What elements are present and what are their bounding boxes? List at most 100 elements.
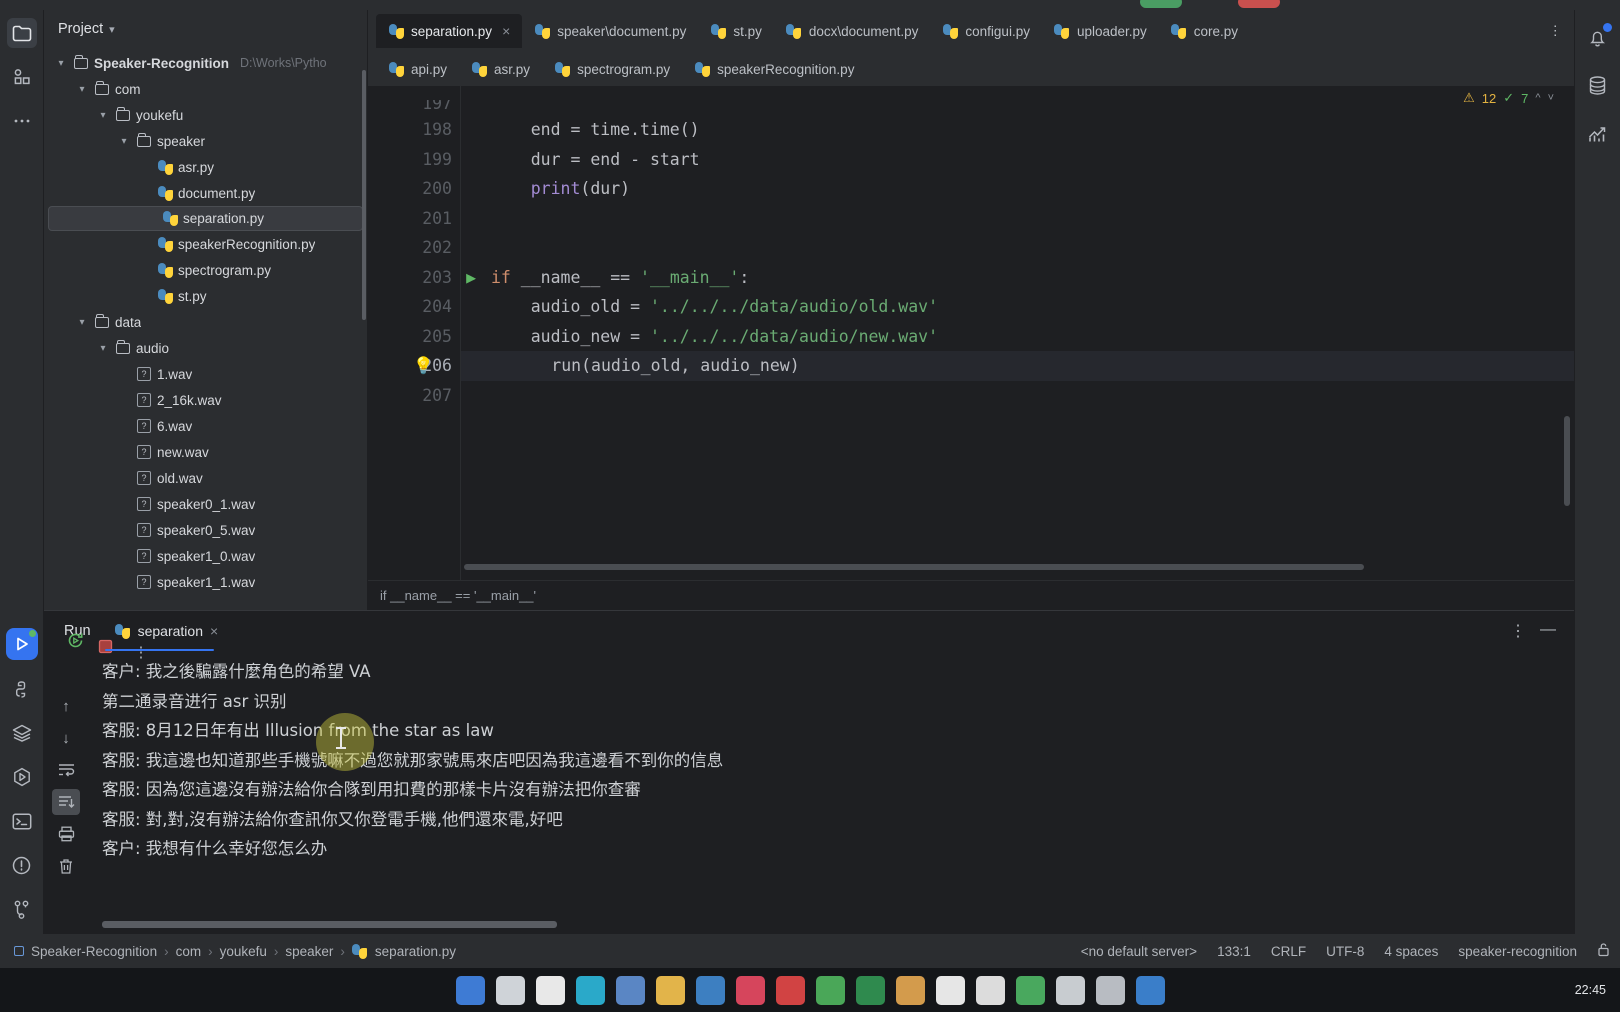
taskbar-icon-mail[interactable] xyxy=(975,975,1005,1005)
editor-vertical-scrollbar[interactable] xyxy=(1564,416,1570,506)
breadcrumb[interactable]: Speaker-Recognition › com › youkefu › speaker ›… xyxy=(14,943,456,959)
editor-tab[interactable]: docx\document.py xyxy=(774,14,931,48)
more-tools-icon[interactable] xyxy=(7,106,37,136)
status-encoding[interactable]: UTF-8 xyxy=(1326,944,1364,959)
code-line[interactable] xyxy=(461,381,1574,411)
code-line[interactable] xyxy=(461,233,1574,263)
breadcrumb-item[interactable]: Speaker-Recognition xyxy=(31,944,157,959)
panel-options-icon[interactable]: ⋮ xyxy=(1510,621,1526,641)
scroll-to-end-button[interactable] xyxy=(52,789,80,815)
services-icon[interactable] xyxy=(7,718,37,748)
scroll-down-button[interactable]: ↓ xyxy=(52,725,80,751)
taskbar-icon-folder[interactable] xyxy=(655,975,685,1005)
taskbar-icon-chat[interactable] xyxy=(735,975,765,1005)
prev-problem-icon[interactable]: ^ xyxy=(1535,92,1540,104)
tree-item[interactable]: spectrogram.py xyxy=(44,257,367,283)
editor-tab[interactable]: core.py xyxy=(1159,14,1250,48)
code-line[interactable]: audio_new = '../../../data/audio/new.wav… xyxy=(461,322,1574,352)
taskbar-icon-editor[interactable] xyxy=(535,975,565,1005)
problems-icon[interactable] xyxy=(7,850,37,880)
chevron-down-icon[interactable]: ▾ xyxy=(96,343,110,354)
close-icon[interactable]: × xyxy=(210,623,218,639)
taskbar-icon-tools[interactable] xyxy=(1055,975,1085,1005)
tree-item[interactable]: speakerRecognition.py xyxy=(44,231,367,257)
editor-tab[interactable]: configui.py xyxy=(930,14,1042,48)
soft-wrap-button[interactable] xyxy=(52,757,80,783)
tree-item[interactable]: ▾ com xyxy=(44,76,367,102)
tree-item[interactable]: ? 2_16k.wav xyxy=(44,387,367,413)
project-file-tree[interactable]: ▾ Speaker-Recognition D:\Works\Pytho ▾ com ▾ y… xyxy=(44,48,367,610)
structure-tool-icon[interactable] xyxy=(7,62,37,92)
chevron-down-icon[interactable]: ▾ xyxy=(75,84,89,95)
editor-tab[interactable]: speaker\document.py xyxy=(522,14,698,48)
taskbar-icon-archive[interactable] xyxy=(895,975,925,1005)
editor-tabs-row-2[interactable]: api.py asr.py spectrogram.py speakerRecogni… xyxy=(368,48,1574,86)
tree-item[interactable]: ? speaker1_1.wav xyxy=(44,569,367,595)
python-packages-icon[interactable] xyxy=(7,674,37,704)
taskbar-icon-office[interactable] xyxy=(695,975,725,1005)
project-tool-icon[interactable] xyxy=(6,18,37,48)
taskbar-icon-misc[interactable] xyxy=(1095,975,1125,1005)
code-line[interactable]: end = time.time() xyxy=(461,115,1574,145)
code-line[interactable]: dur = end - start xyxy=(461,145,1574,175)
console-output[interactable]: 客户: 我之後騙露什麼角色的希望 VA 第二通录音进行 asr 识别 客服: 8月1… xyxy=(88,651,1574,934)
tree-item[interactable]: asr.py xyxy=(44,154,367,180)
run-tool-icon[interactable] xyxy=(5,628,38,660)
tree-item[interactable]: ? new.wav xyxy=(44,439,367,465)
tree-item[interactable]: ▾ speaker xyxy=(44,128,367,154)
window-close-pill[interactable] xyxy=(1238,0,1280,8)
notifications-icon[interactable] xyxy=(1585,23,1612,50)
taskbar-icon-files[interactable] xyxy=(455,975,485,1005)
terminal-icon[interactable] xyxy=(7,806,37,836)
inspection-widget[interactable]: ⚠ 12 ✓ 7 ^ ˅ xyxy=(1463,90,1554,106)
tree-item[interactable]: document.py xyxy=(44,180,367,206)
code-line[interactable]: print(dur) xyxy=(461,174,1574,204)
chevron-down-icon[interactable]: ▾ xyxy=(75,317,89,328)
tree-item[interactable]: ▾ Speaker-Recognition D:\Works\Pytho xyxy=(44,50,367,76)
editor-tab[interactable]: st.py xyxy=(698,14,774,48)
more-vertical-icon[interactable]: ⋮ xyxy=(1537,14,1575,48)
taskbar-icon-notes[interactable] xyxy=(935,975,965,1005)
breadcrumb-item[interactable]: separation.py xyxy=(375,944,456,959)
line-number-gutter[interactable]: 197 198 199 200 201 202 203 ▶ 204 205 206 207 xyxy=(368,86,476,580)
breadcrumb-item[interactable]: speaker xyxy=(285,944,333,959)
code-editor[interactable]: 197 198 199 200 201 202 203 ▶ 204 205 206 207 end =… xyxy=(368,86,1574,580)
tree-item-selected[interactable]: separation.py xyxy=(48,206,363,231)
taskbar-icons[interactable] xyxy=(455,970,1165,1010)
breadcrumb-item[interactable]: youkefu xyxy=(220,944,267,959)
status-indent[interactable]: 4 spaces xyxy=(1384,944,1438,959)
status-interpreter[interactable]: speaker-recognition xyxy=(1458,944,1577,959)
profiler-icon[interactable] xyxy=(1585,120,1611,146)
minimize-panel-icon[interactable]: — xyxy=(1540,621,1556,641)
print-button[interactable] xyxy=(52,821,80,847)
tree-item[interactable]: ? speaker0_5.wav xyxy=(44,517,367,543)
intention-bulb-icon[interactable]: 💡 xyxy=(413,356,434,375)
console-horizontal-scrollbar[interactable] xyxy=(102,921,557,928)
status-caret-position[interactable]: 133:1 xyxy=(1217,944,1251,959)
version-control-icon[interactable] xyxy=(7,894,37,924)
editor-tab[interactable]: uploader.py xyxy=(1042,14,1159,48)
status-line-separator[interactable]: CRLF xyxy=(1271,944,1306,959)
editor-tab[interactable]: separation.py × xyxy=(376,14,523,48)
taskbar-clock[interactable]: 22:45 xyxy=(1575,983,1606,998)
editor-horizontal-scrollbar[interactable] xyxy=(464,564,1364,570)
editor-tab[interactable]: spectrogram.py xyxy=(542,52,682,86)
tree-item[interactable]: ▾ data xyxy=(44,309,367,335)
rerun-button[interactable] xyxy=(61,627,89,653)
taskbar-icon-blue[interactable] xyxy=(1135,975,1165,1005)
run-configuration-tab[interactable]: separation × xyxy=(104,611,223,651)
status-server[interactable]: <no default server> xyxy=(1081,944,1197,959)
next-problem-icon[interactable]: ˅ xyxy=(1548,92,1554,104)
chevron-down-icon[interactable]: ▾ xyxy=(117,136,131,147)
window-maximize-pill[interactable] xyxy=(1140,0,1182,8)
tree-item[interactable]: st.py xyxy=(44,283,367,309)
taskbar-icon-store[interactable] xyxy=(615,975,645,1005)
scroll-up-button[interactable]: ↑ xyxy=(52,693,80,719)
editor-tab[interactable]: asr.py xyxy=(459,52,542,86)
editor-tabs-row-1[interactable]: separation.py × speaker\document.py st.py do… xyxy=(368,10,1574,48)
editor-tab[interactable]: speakerRecognition.py xyxy=(682,52,866,86)
code-line[interactable]: audio_old = '../../../data/audio/old.wav… xyxy=(461,292,1574,322)
chevron-down-icon[interactable]: ▾ xyxy=(54,58,68,69)
project-panel-header[interactable]: Project ▾ xyxy=(44,10,367,48)
clear-all-button[interactable] xyxy=(52,853,80,879)
